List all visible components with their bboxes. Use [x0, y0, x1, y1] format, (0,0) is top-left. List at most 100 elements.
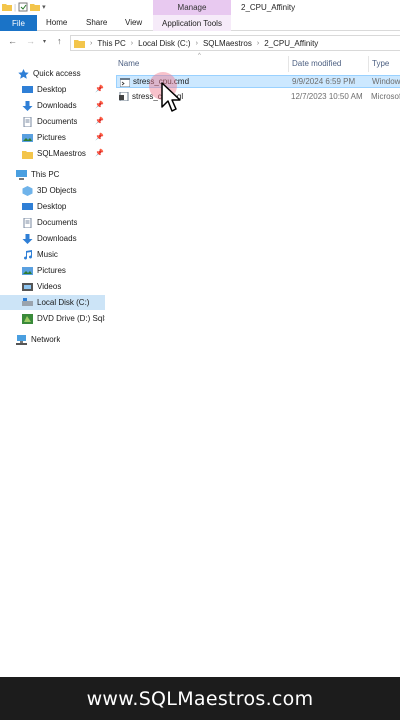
nav-documents[interactable]: Documents — [22, 215, 77, 230]
nav-label: This PC — [31, 170, 60, 179]
hard-drive-icon — [22, 297, 33, 306]
cmd-file-icon — [120, 78, 130, 87]
nav-label: Downloads — [37, 234, 77, 243]
nav-label: SQLMaestros — [37, 149, 86, 158]
nav-label: Network — [31, 335, 61, 344]
computer-icon — [16, 169, 27, 180]
nav-network[interactable]: Network — [16, 332, 60, 347]
documents-icon — [23, 217, 32, 228]
pin-icon[interactable]: 📌 — [95, 117, 104, 125]
address-bar[interactable]: › This PC › Local Disk (C:) › SQLMaestro… — [70, 35, 400, 51]
properties-icon[interactable] — [18, 2, 28, 12]
banner-url: www.SQLMaestros.com — [86, 687, 314, 710]
breadcrumb-cpu-affinity[interactable]: 2_CPU_Affinity — [264, 39, 318, 48]
up-arrow-icon[interactable]: ↑ — [57, 36, 62, 46]
desktop-icon — [22, 202, 33, 210]
sort-ascending-icon: ^ — [198, 53, 201, 59]
back-arrow-icon[interactable]: ← — [8, 36, 17, 46]
file-date: 12/7/2023 10:50 AM — [291, 92, 363, 101]
nav-local-disk[interactable]: Local Disk (C:) — [0, 295, 105, 310]
forward-arrow-icon[interactable]: → — [26, 36, 35, 46]
nav-videos[interactable]: Videos — [22, 279, 61, 294]
nav-music[interactable]: Music — [22, 247, 58, 262]
navigation-pane: Quick access Desktop 📌 Downloads 📌 Docum… — [0, 62, 105, 662]
quick-access-toolbar: | ▾ — [2, 2, 46, 12]
nav-qa-downloads[interactable]: Downloads — [22, 98, 77, 113]
breadcrumb-local-disk[interactable]: Local Disk (C:) — [138, 39, 190, 48]
nav-label: Desktop — [37, 202, 67, 211]
pictures-icon — [22, 133, 33, 142]
file-type: Windows — [372, 77, 400, 86]
documents-icon — [23, 116, 32, 127]
tab-view[interactable]: View — [125, 18, 142, 27]
network-icon — [16, 334, 27, 345]
nav-qa-sqlmaestros[interactable]: SQLMaestros — [22, 146, 86, 161]
tab-application-tools[interactable]: Application Tools — [153, 15, 231, 31]
desktop-icon — [22, 85, 33, 93]
tab-file[interactable]: File — [0, 15, 37, 31]
nav-this-pc[interactable]: This PC — [16, 167, 59, 182]
folder-icon[interactable] — [2, 2, 12, 12]
breadcrumb-this-pc[interactable]: This PC — [97, 39, 125, 48]
video-icon — [22, 282, 33, 291]
dvd-drive-icon — [22, 313, 33, 324]
breadcrumb-sqlmaestros[interactable]: SQLMaestros — [203, 39, 252, 48]
nav-label: 3D Objects — [37, 186, 77, 195]
nav-pictures[interactable]: Pictures — [22, 263, 66, 278]
nav-label: DVD Drive (D:) SqlSe — [37, 314, 105, 323]
recent-locations-chevron-icon[interactable]: ▾ — [43, 38, 46, 45]
title-bar: | ▾ Manage 2_CPU_Affinity — [0, 0, 400, 16]
nav-label: Downloads — [37, 101, 77, 110]
address-row: ← → ▾ ↑ › This PC › Local Disk (C:) › SQ… — [0, 33, 400, 53]
nav-qa-pictures[interactable]: Pictures — [22, 130, 66, 145]
pictures-icon — [22, 266, 33, 275]
column-header-date-modified[interactable]: Date modified — [292, 59, 341, 68]
nav-quick-access[interactable]: Quick access — [18, 66, 81, 81]
download-arrow-icon — [22, 100, 33, 111]
nav-desktop[interactable]: Desktop — [22, 199, 66, 214]
breadcrumb-separator-icon[interactable]: › — [131, 40, 133, 47]
breadcrumb-separator-icon[interactable]: › — [90, 40, 92, 47]
file-type: Microsoft — [371, 92, 400, 101]
folder-icon — [22, 150, 33, 159]
pin-icon[interactable]: 📌 — [95, 101, 104, 109]
nav-label: Documents — [37, 117, 78, 126]
nav-label: Local Disk (C:) — [37, 298, 90, 307]
file-list-pane: ^ Name Date modified Type stress_cpu.cmd… — [110, 53, 400, 673]
column-divider[interactable] — [368, 56, 369, 72]
nav-label: Videos — [37, 282, 62, 291]
nav-label: Music — [37, 250, 58, 259]
column-header-name[interactable]: Name — [118, 59, 139, 68]
pin-icon[interactable]: 📌 — [95, 149, 104, 157]
sql-file-icon — [119, 92, 129, 101]
music-note-icon — [24, 249, 33, 260]
file-date: 9/9/2024 6:59 PM — [292, 77, 356, 86]
mouse-pointer-icon — [161, 82, 180, 112]
window-title: 2_CPU_Affinity — [241, 3, 296, 12]
nav-qa-desktop[interactable]: Desktop — [22, 82, 66, 97]
nav-label: Desktop — [37, 85, 67, 94]
watermark-banner: www.SQLMaestros.com — [0, 677, 400, 720]
ribbon: File Home Share View Application Tools — [0, 15, 400, 31]
nav-label: Documents — [37, 218, 78, 227]
nav-dvd-drive[interactable]: DVD Drive (D:) SqlSe — [22, 311, 105, 326]
breadcrumb-separator-icon[interactable]: › — [196, 40, 198, 47]
nav-downloads[interactable]: Downloads — [22, 231, 77, 246]
nav-3d-objects[interactable]: 3D Objects — [22, 183, 77, 198]
new-folder-icon[interactable] — [30, 2, 41, 12]
download-arrow-icon — [22, 233, 33, 244]
pin-icon[interactable]: 📌 — [95, 85, 104, 93]
breadcrumb-separator-icon[interactable]: › — [257, 40, 259, 47]
nav-label: Quick access — [33, 69, 81, 78]
nav-qa-documents[interactable]: Documents — [22, 114, 77, 129]
customize-toolbar-icon[interactable]: ▾ — [42, 3, 46, 11]
star-icon — [18, 68, 29, 79]
manage-tab-group[interactable]: Manage — [153, 0, 231, 15]
nav-label: Pictures — [37, 133, 66, 142]
tab-home[interactable]: Home — [46, 18, 67, 27]
tab-share[interactable]: Share — [86, 18, 107, 27]
column-header-type[interactable]: Type — [372, 59, 389, 68]
column-divider[interactable] — [288, 56, 289, 72]
folder-icon — [74, 40, 85, 48]
pin-icon[interactable]: 📌 — [95, 133, 104, 141]
